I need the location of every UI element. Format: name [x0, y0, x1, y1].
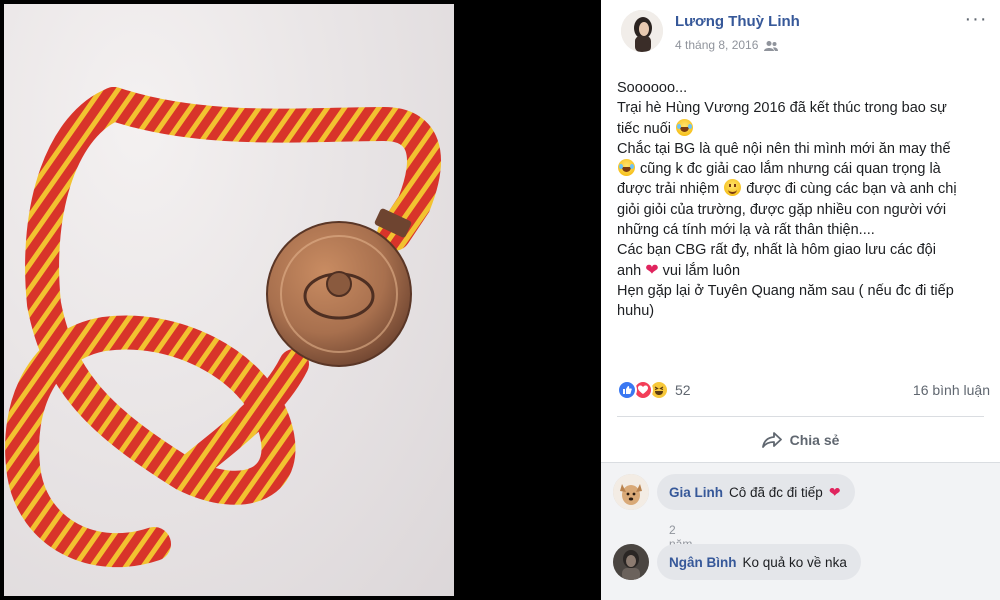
post-line: Chắc tại BG là quê nội nên thi mình mới …	[617, 140, 951, 157]
divider	[601, 462, 1000, 463]
divider	[617, 416, 984, 417]
post-line: cũng k đc giải cao lắm nhưng cái quan tr…	[617, 159, 992, 179]
post-header: Lương Thuỳ Linh 4 tháng 8, 2016 ···	[601, 0, 1000, 64]
author-name[interactable]: Lương Thuỳ Linh	[675, 13, 800, 30]
more-options-button[interactable]: ···	[964, 9, 988, 32]
comment-text: Ko quả ko về nka	[742, 554, 847, 570]
commenter-avatar[interactable]	[613, 474, 649, 510]
comments-section: Gia Linh Cô đã đc đi tiếp ❤ 2 năm Ngân B…	[601, 462, 1000, 600]
commenter-name[interactable]: Ngân Bình	[669, 555, 737, 570]
share-icon	[761, 431, 782, 449]
heart-emoji-icon: ❤	[645, 261, 659, 279]
post-line: tiếc nuối	[617, 118, 992, 139]
comment-text: Cô đã đc đi tiếp	[729, 484, 823, 500]
medal-ribbon-image	[5, 87, 441, 568]
reactions-summary[interactable]: 52	[617, 380, 691, 400]
post-line: Hẹn gặp lại ở Tuyên Quang năm sau ( nếu …	[617, 282, 954, 299]
post-line: giỏi giỏi của trường, được gặp nhiều con…	[617, 201, 947, 218]
comment-bubble: Gia Linh Cô đã đc đi tiếp ❤	[657, 474, 855, 510]
ribbon-top	[97, 87, 441, 251]
share-button[interactable]: Chia sẻ	[601, 420, 1000, 460]
post-text: Soooooo... Trại hè Hùng Vương 2016 đã kế…	[617, 78, 992, 322]
commenter-name[interactable]: Gia Linh	[669, 485, 723, 500]
laughing-emoji-icon	[676, 118, 694, 136]
ribbon-left	[5, 87, 296, 568]
post-line: Trại hè Hùng Vương 2016 đã kết thúc tron…	[617, 100, 947, 117]
author-avatar[interactable]	[621, 10, 663, 52]
post-line: được trải nhiệm được đi cùng các bạn và …	[617, 179, 957, 198]
facebook-post: Lương Thuỳ Linh 4 tháng 8, 2016 ··· Sooo…	[601, 0, 1000, 600]
reaction-count: 52	[675, 382, 691, 398]
comment-bubble: Ngân Bình Ko quả ko về nka	[657, 544, 861, 580]
post-photo[interactable]	[4, 4, 454, 596]
comment-count-link[interactable]: 16 bình luận	[913, 382, 990, 398]
friends-icon[interactable]	[764, 39, 779, 51]
post-date[interactable]: 4 tháng 8, 2016	[675, 38, 758, 52]
post-line: những cá tính mới lạ và rất thân thiện..…	[617, 222, 875, 239]
share-label: Chia sẻ	[789, 432, 840, 448]
heart-emoji-icon: ❤	[828, 483, 841, 500]
laughing-emoji-icon	[618, 159, 635, 177]
post-meta: 4 tháng 8, 2016	[675, 38, 779, 52]
post-line: anh ❤ vui lắm luôn	[617, 261, 741, 279]
like-reaction-icon	[617, 380, 637, 400]
post-line: Soooooo...	[617, 80, 688, 96]
commenter-avatar[interactable]	[613, 544, 649, 580]
smile-emoji-icon	[724, 179, 742, 197]
post-line: huhu)	[617, 303, 655, 320]
post-line: Các bạn CBG rất đy, nhất là hôm giao lưu…	[617, 242, 936, 259]
